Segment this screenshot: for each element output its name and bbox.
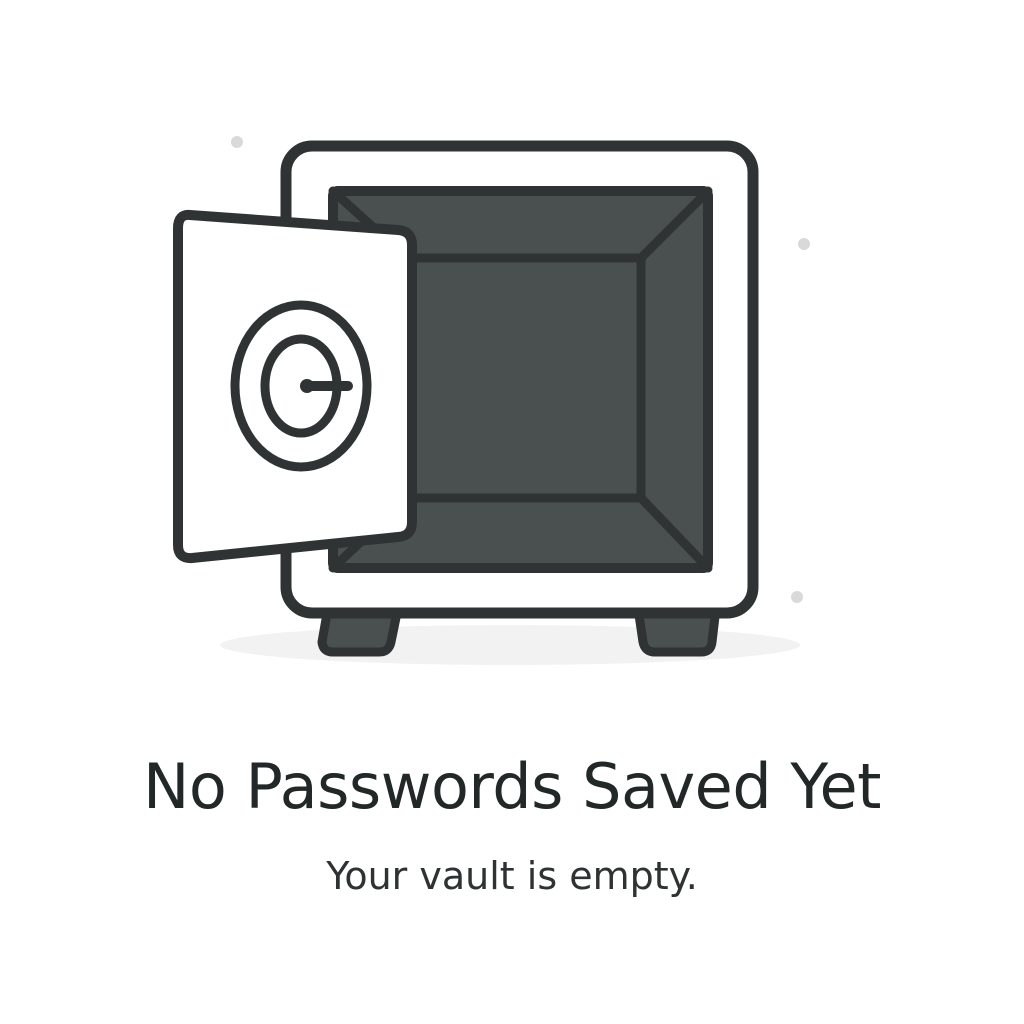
- sparkle-dot-icon: [231, 136, 243, 148]
- empty-state-subtitle: Your vault is empty.: [326, 854, 698, 898]
- safe-back-wall: [402, 253, 646, 503]
- empty-state: No Passwords Saved Yet Your vault is emp…: [0, 0, 1024, 1024]
- empty-state-title: No Passwords Saved Yet: [143, 750, 881, 823]
- safe-dial-icon: [230, 300, 372, 472]
- sparkle-dot-icon: [798, 238, 810, 250]
- open-safe-icon: [173, 136, 810, 665]
- sparkle-dot-icon: [791, 591, 803, 603]
